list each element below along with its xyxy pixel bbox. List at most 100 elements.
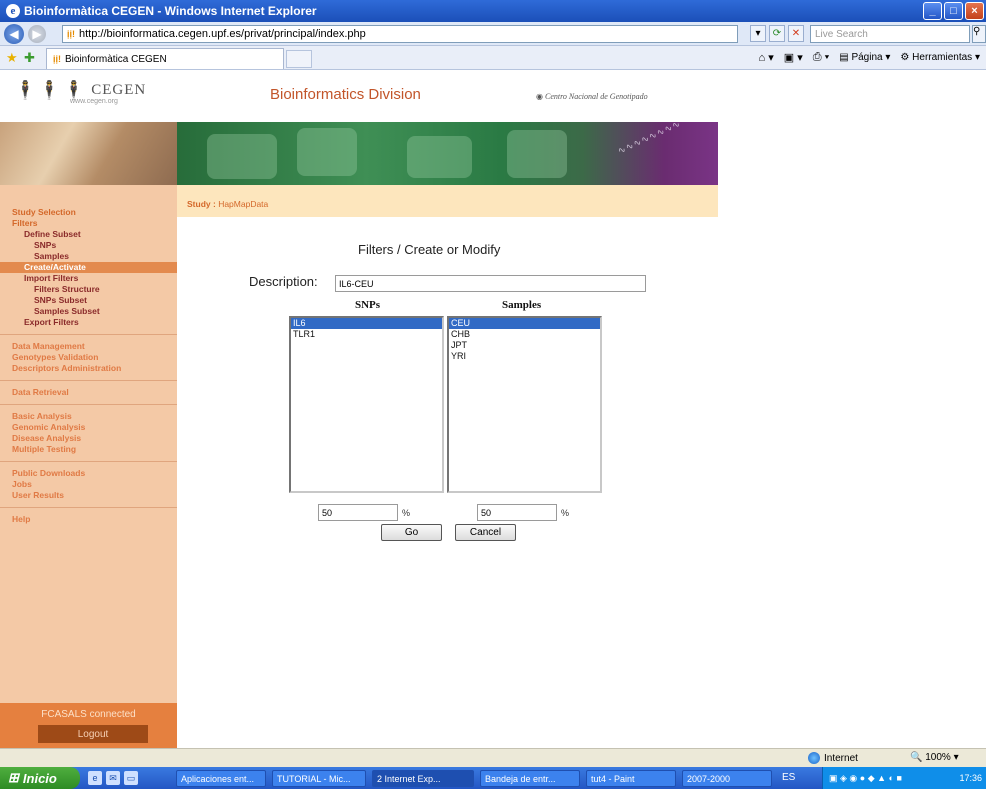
print-icon[interactable]: ⎙ ▾ — [813, 51, 829, 64]
taskbar-item[interactable]: Aplicaciones ent... — [176, 770, 266, 787]
go-button[interactable]: Go — [381, 524, 442, 541]
search-button[interactable]: ⚲ — [972, 25, 986, 43]
tab-active[interactable]: ịị! Bioinformàtica CEGEN — [46, 48, 284, 69]
page-menu-label: Página — [851, 52, 883, 63]
sidebar-item-snps-subset[interactable]: SNPs Subset — [0, 295, 177, 306]
snps-listbox[interactable]: IL6 TLR1 — [289, 316, 444, 493]
address-tools: ▾ ⟳ ✕ — [750, 25, 804, 42]
stop-button[interactable]: ✕ — [788, 25, 804, 42]
sidebar-item-study-selection[interactable]: Study Selection — [0, 207, 177, 218]
tray-icons[interactable]: ▣ ◈ ◉ ● ◆ ▲ ◐ ■ — [829, 773, 902, 784]
language-indicator[interactable]: ES — [782, 772, 795, 783]
sidebar-item-jobs[interactable]: Jobs — [0, 479, 177, 490]
study-value: HapMapData — [218, 199, 269, 209]
snp-option[interactable]: TLR1 — [291, 329, 442, 340]
cancel-button[interactable]: Cancel — [455, 524, 516, 541]
sidebar-item-data-retrieval[interactable]: Data Retrieval — [0, 387, 177, 398]
web-page: 🕴🕴🕴 CEGEN www.cegen.org Bioinformatics D… — [0, 70, 986, 748]
samples-percent-input[interactable]: 50 — [477, 504, 557, 521]
address-dropdown-button[interactable]: ▾ — [750, 25, 766, 42]
sample-option[interactable]: CHB — [449, 329, 600, 340]
window-title: Bioinformàtica CEGEN - Windows Internet … — [24, 4, 317, 18]
home-icon[interactable]: ⌂ ▾ — [759, 51, 774, 64]
taskbar-item[interactable]: Bandeja de entr... — [480, 770, 580, 787]
sidebar-item-disease-analysis[interactable]: Disease Analysis — [0, 433, 177, 444]
tools-menu[interactable]: ⚙ Herramientas ▾ — [900, 52, 980, 63]
zoom-level: 100% — [925, 752, 951, 763]
refresh-button[interactable]: ⟳ — [769, 25, 785, 42]
logout-button[interactable]: Logout — [38, 725, 148, 743]
taskbar-item[interactable]: 2 Internet Exp... — [372, 770, 474, 787]
ie-logo-icon: e — [6, 4, 20, 18]
sidebar-item-multiple-testing[interactable]: Multiple Testing — [0, 444, 177, 455]
sidebar-item-basic-analysis[interactable]: Basic Analysis — [0, 411, 177, 422]
back-button[interactable]: ◀ — [4, 23, 24, 44]
description-label: Description: — [249, 274, 318, 289]
sidebar-item-genomic-analysis[interactable]: Genomic Analysis — [0, 422, 177, 433]
quicklaunch-outlook-icon[interactable]: ✉ — [106, 771, 120, 785]
new-tab-button[interactable] — [286, 50, 312, 68]
sample-option[interactable]: JPT — [449, 340, 600, 351]
address-bar[interactable]: ịị! http://bioinformatica.cegen.upf.es/p… — [62, 25, 738, 43]
add-favorites-icon[interactable]: ✚ — [24, 50, 35, 66]
banner-shape — [507, 130, 567, 178]
study-label: Study : — [187, 199, 216, 209]
taskbar-item[interactable]: 2007-2000 — [682, 770, 772, 787]
taskbar: ⊞ Inicio e ✉ ▭ Aplicaciones ent... TUTOR… — [0, 767, 986, 789]
snps-percent-input[interactable]: 50 — [318, 504, 398, 521]
sidebar-item-import-filters[interactable]: Import Filters — [0, 273, 177, 284]
study-bar: Study : HapMapData — [177, 185, 718, 217]
sidebar-item-define-subset[interactable]: Define Subset — [0, 229, 177, 240]
cegen-brand: CEGEN — [91, 82, 147, 98]
description-value: IL6-CEU — [339, 278, 374, 289]
snp-option[interactable]: IL6 — [291, 318, 442, 329]
description-input[interactable]: IL6-CEU — [335, 275, 646, 292]
banner-image-left — [0, 122, 177, 185]
window-titlebar: e Bioinformàtica CEGEN - Windows Interne… — [0, 0, 986, 22]
sidebar-item-filters[interactable]: Filters — [0, 218, 177, 229]
maximize-button[interactable]: □ — [944, 2, 963, 20]
quicklaunch-desktop-icon[interactable]: ▭ — [124, 771, 138, 785]
feeds-icon[interactable]: ▣ ▾ — [784, 51, 803, 64]
sidebar-item-filters-structure[interactable]: Filters Structure — [0, 284, 177, 295]
close-button[interactable]: × — [965, 2, 984, 20]
start-button[interactable]: ⊞ Inicio — [0, 767, 80, 789]
command-bar: ⌂ ▾ ▣ ▾ ⎙ ▾ ▤ Página ▾ ⚙ Herramientas ▾ — [759, 51, 980, 64]
sidebar-item-data-management[interactable]: Data Management — [0, 341, 177, 352]
sample-option[interactable]: YRI — [449, 351, 600, 362]
sidebar-item-descriptors-administration[interactable]: Descriptors Administration — [0, 363, 177, 374]
window-controls: _ □ × — [923, 2, 984, 20]
sample-option[interactable]: CEU — [449, 318, 600, 329]
page-menu[interactable]: ▤ Página ▾ — [839, 52, 890, 63]
address-toolbar: ◀ ▶ ịị! http://bioinformatica.cegen.upf.… — [0, 22, 986, 46]
sidebar-item-create-activate[interactable]: Create/Activate — [0, 262, 177, 273]
snps-percent-value: 50 — [322, 507, 333, 518]
favorites-star-icon[interactable]: ★ — [6, 50, 18, 66]
search-input[interactable]: Live Search — [810, 25, 970, 43]
banner-shape — [297, 128, 357, 176]
search-placeholder: Live Search — [815, 28, 868, 40]
sidebar-item-export-filters[interactable]: Export Filters — [0, 317, 177, 328]
sidebar-item-public-downloads[interactable]: Public Downloads — [0, 468, 177, 479]
form-title: Filters / Create or Modify — [358, 242, 501, 257]
quicklaunch-ie-icon[interactable]: e — [88, 771, 102, 785]
site-header: 🕴🕴🕴 CEGEN www.cegen.org Bioinformatics D… — [0, 70, 718, 122]
sidebar-item-samples-subset[interactable]: Samples Subset — [0, 306, 177, 317]
samples-listbox[interactable]: CEU CHB JPT YRI — [447, 316, 602, 493]
sidebar-item-genotypes-validation[interactable]: Genotypes Validation — [0, 352, 177, 363]
sidebar-item-samples[interactable]: Samples — [0, 251, 177, 262]
samples-percent-symbol: % — [561, 508, 570, 518]
samples-header: Samples — [502, 299, 542, 311]
sidebar-item-user-results[interactable]: User Results — [0, 490, 177, 501]
sidebar-item-help[interactable]: Help — [0, 514, 177, 525]
tabs-toolbar: ★ ✚ ịị! Bioinformàtica CEGEN ⌂ ▾ ▣ ▾ ⎙ ▾… — [0, 46, 986, 70]
banner-shape — [407, 136, 472, 178]
sidebar-item-snps[interactable]: SNPs — [0, 240, 177, 251]
cegen-logo[interactable]: 🕴🕴🕴 CEGEN www.cegen.org — [14, 80, 147, 105]
minimize-button[interactable]: _ — [923, 2, 942, 20]
taskbar-item[interactable]: tut4 - Paint — [586, 770, 676, 787]
zoom-control[interactable]: 🔍 100% ▾ — [910, 752, 959, 763]
taskbar-item[interactable]: TUTORIAL - Mic... — [272, 770, 366, 787]
sidebar-divider — [0, 404, 177, 405]
forward-button[interactable]: ▶ — [28, 24, 46, 43]
